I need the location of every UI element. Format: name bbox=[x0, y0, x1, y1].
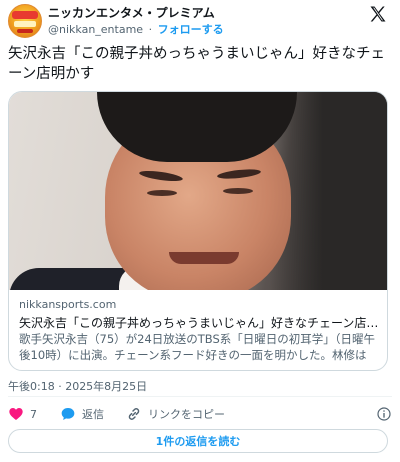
divider bbox=[8, 396, 392, 397]
like-button[interactable]: 7 bbox=[8, 404, 37, 424]
read-replies-button[interactable]: 1件の返信を読む bbox=[8, 429, 388, 453]
info-button[interactable] bbox=[376, 404, 392, 424]
link-description: 歌手矢沢永吉（75）が24日放送のTBS系「日曜日の初耳学」（日曜午後10時）に… bbox=[19, 332, 376, 362]
reply-label: 返信 bbox=[82, 408, 104, 421]
speech-bubble-icon bbox=[60, 406, 76, 422]
tweet-embed-card: ニッカンエンタメ・プレミアム @nikkan_entame · フォローする 矢… bbox=[0, 0, 400, 462]
info-icon bbox=[376, 406, 392, 422]
copy-link-button[interactable]: リンクをコピー bbox=[126, 404, 225, 424]
copy-link-label: リンクをコピー bbox=[148, 408, 225, 421]
follow-button[interactable]: フォローする bbox=[158, 23, 224, 36]
link-icon bbox=[126, 406, 142, 422]
link-domain: nikkansports.com bbox=[19, 298, 117, 311]
separator-dot: · bbox=[148, 23, 153, 36]
photo-eye-right bbox=[223, 188, 253, 194]
reply-button[interactable]: 返信 bbox=[60, 404, 104, 424]
account-display-name[interactable]: ニッカンエンタメ・プレミアム bbox=[48, 4, 215, 21]
avatar-logo-base bbox=[17, 29, 33, 33]
tweet-timestamp[interactable]: 午後0:18 · 2025年8月25日 bbox=[8, 378, 147, 394]
photo-eye-left bbox=[147, 190, 177, 196]
avatar-logo-text bbox=[14, 21, 36, 27]
link-preview-card[interactable]: nikkansports.com 矢沢永吉「この親子丼めっちゃうまいじゃん」好き… bbox=[8, 91, 388, 371]
x-logo-icon[interactable] bbox=[368, 4, 388, 24]
like-count: 7 bbox=[30, 407, 37, 421]
tweet-text: 矢沢永吉「この親子丼めっちゃうまいじゃん」好きなチェーン店明かす bbox=[8, 46, 385, 82]
account-handle[interactable]: @nikkan_entame bbox=[48, 23, 143, 36]
account-sub-line: @nikkan_entame · フォローする bbox=[48, 21, 224, 37]
photo-mouth bbox=[169, 252, 239, 264]
link-title[interactable]: 矢沢永吉「この親子丼めっちゃうまいじゃん」好きなチェーン店明か… bbox=[19, 314, 379, 331]
action-bar: 7 返信 リンクをコピー bbox=[8, 404, 392, 424]
heart-icon bbox=[8, 406, 24, 422]
account-avatar[interactable] bbox=[8, 4, 42, 38]
avatar-logo-band bbox=[12, 11, 38, 19]
link-preview-image[interactable] bbox=[9, 92, 387, 290]
